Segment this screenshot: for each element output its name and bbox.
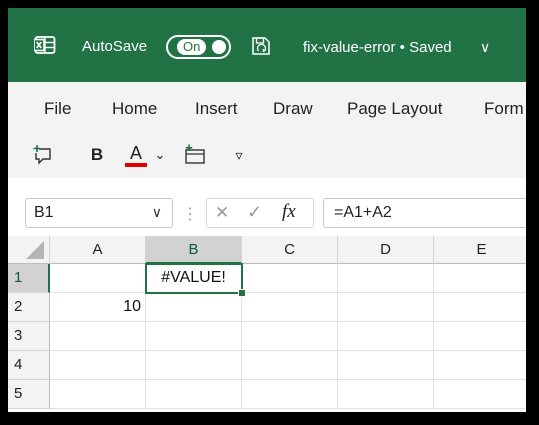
quick-access-toolbar: B A ⌄ ▿ [8, 132, 526, 178]
cell-c1[interactable] [242, 264, 338, 293]
cell-b1[interactable]: #VALUE! [145, 263, 243, 294]
autosave-toggle[interactable]: On [166, 35, 231, 59]
autosave-toggle-label: On [177, 39, 207, 55]
row-header-1[interactable]: 1 [8, 264, 50, 293]
font-color-letter: A [129, 143, 142, 163]
cell-d5[interactable] [338, 380, 434, 409]
name-box-value: B1 [34, 204, 54, 221]
tab-home[interactable]: Home [112, 99, 157, 119]
cell-c3[interactable] [242, 322, 338, 351]
column-header-c[interactable]: C [242, 236, 338, 264]
formula-buttons: ✕ ✓ fx [206, 198, 314, 228]
tab-page-layout[interactable]: Page Layout [347, 99, 442, 119]
column-header-d[interactable]: D [338, 236, 434, 264]
font-color-dropdown[interactable]: ⌄ [154, 144, 166, 166]
excel-window: AutoSave On fix-value-error • Saved ∨ Fi… [8, 8, 526, 412]
cell-d3[interactable] [338, 322, 434, 351]
cell-a5[interactable] [50, 380, 146, 409]
row-header-4[interactable]: 4 [8, 351, 50, 380]
document-title[interactable]: fix-value-error • Saved [303, 39, 452, 56]
cell-e4[interactable] [434, 351, 526, 380]
save-icon[interactable] [250, 35, 272, 57]
cell-d1[interactable] [338, 264, 434, 293]
ribbon-tabs: File Home Insert Draw Page Layout Form [8, 82, 526, 132]
autosave-label: AutoSave [82, 38, 148, 55]
cell-a2[interactable]: 10 [50, 293, 146, 322]
row-header-5[interactable]: 5 [8, 380, 50, 409]
fill-handle[interactable] [238, 289, 246, 297]
cell-b5[interactable] [146, 380, 242, 409]
cell-c4[interactable] [242, 351, 338, 380]
tab-insert[interactable]: Insert [195, 99, 238, 119]
chevron-down-icon[interactable]: ∨ [480, 39, 490, 56]
cell-a4[interactable] [50, 351, 146, 380]
font-color-button[interactable]: A [122, 140, 150, 170]
cell-c2[interactable] [242, 293, 338, 322]
insert-function-icon[interactable]: fx [282, 201, 296, 223]
cell-d4[interactable] [338, 351, 434, 380]
customize-qat-icon[interactable]: ▿ [232, 144, 246, 166]
tab-formulas[interactable]: Form [484, 99, 524, 119]
bold-button[interactable]: B [88, 144, 106, 166]
name-box[interactable]: B1 ∨ [25, 198, 173, 228]
formula-text: =A1+A2 [334, 204, 392, 221]
select-all-corner[interactable] [8, 236, 50, 264]
row-header-2[interactable]: 2 [8, 293, 50, 322]
cell-b4[interactable] [146, 351, 242, 380]
title-bar: AutoSave On fix-value-error • Saved ∨ [8, 8, 526, 82]
enter-icon[interactable]: ✓ [247, 202, 262, 223]
worksheet-grid: A B C D E 1 2 3 4 5 #VALUE! 10 [8, 236, 526, 412]
tab-file[interactable]: File [44, 99, 71, 119]
tab-draw[interactable]: Draw [273, 99, 313, 119]
new-comment-icon[interactable] [32, 144, 54, 166]
column-header-a[interactable]: A [50, 236, 146, 264]
cell-e1[interactable] [434, 264, 526, 293]
cancel-icon[interactable]: ✕ [215, 203, 229, 223]
formula-input[interactable]: =A1+A2 [323, 198, 526, 228]
column-header-e[interactable]: E [434, 236, 526, 264]
formula-bar-grip[interactable]: ⋮ [182, 204, 198, 224]
cell-e2[interactable] [434, 293, 526, 322]
chevron-down-icon[interactable]: ∨ [152, 204, 162, 221]
row-header-3[interactable]: 3 [8, 322, 50, 351]
font-color-swatch [125, 163, 147, 167]
insert-cells-icon[interactable] [183, 144, 207, 166]
cell-a3[interactable] [50, 322, 146, 351]
cell-e5[interactable] [434, 380, 526, 409]
excel-logo-icon[interactable] [34, 34, 56, 56]
cell-c5[interactable] [242, 380, 338, 409]
toggle-knob [212, 40, 226, 54]
cell-e3[interactable] [434, 322, 526, 351]
cell-b3[interactable] [146, 322, 242, 351]
cell-b2[interactable] [146, 293, 242, 322]
cell-a1[interactable] [50, 264, 146, 293]
column-header-b[interactable]: B [146, 236, 242, 264]
cell-d2[interactable] [338, 293, 434, 322]
